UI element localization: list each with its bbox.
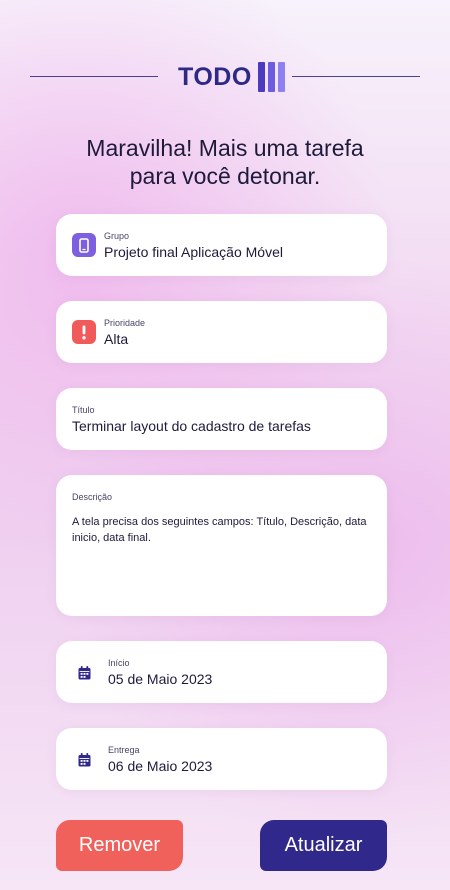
logo-bars-icon xyxy=(257,62,285,92)
header-divider-left xyxy=(30,76,158,77)
update-button[interactable]: Atualizar xyxy=(260,820,387,871)
start-date-field[interactable]: Início 05 de Maio 2023 xyxy=(56,641,387,703)
group-label: Grupo xyxy=(104,231,130,241)
description-value: A tela precisa dos seguintes campos: Tít… xyxy=(72,516,367,544)
priority-value: Alta xyxy=(104,331,129,347)
app-logo: TODO xyxy=(178,62,285,92)
due-date-field[interactable]: Entrega 06 de Maio 2023 xyxy=(56,728,387,790)
logo-text: TODO xyxy=(178,62,252,91)
heading-line-1: Maravilha! Mais uma tarefa xyxy=(86,135,364,161)
page-heading: Maravilha! Mais uma tarefa para você det… xyxy=(30,134,420,190)
header-divider-right xyxy=(292,76,420,77)
start-date-value: 05 de Maio 2023 xyxy=(108,671,213,687)
calendar-icon xyxy=(78,666,91,680)
due-date-value: 06 de Maio 2023 xyxy=(108,758,213,774)
title-field[interactable]: Título Terminar layout do cadastro de ta… xyxy=(56,388,387,450)
start-date-label: Início xyxy=(108,658,130,668)
due-date-label: Entrega xyxy=(108,745,140,755)
app-header: TODO xyxy=(0,56,450,100)
title-value: Terminar layout do cadastro de tarefas xyxy=(72,418,311,434)
description-field[interactable]: Descrição A tela precisa dos seguintes c… xyxy=(56,475,387,616)
title-label: Título xyxy=(72,405,95,415)
calendar-icon xyxy=(78,753,91,767)
exclamation-icon xyxy=(72,320,96,344)
priority-field[interactable]: Prioridade Alta xyxy=(56,301,387,363)
group-value: Projeto final Aplicação Móvel xyxy=(104,244,283,260)
group-field[interactable]: Grupo Projeto final Aplicação Móvel xyxy=(56,214,387,276)
smartphone-icon xyxy=(72,233,96,257)
heading-line-2: para você detonar. xyxy=(129,163,321,189)
priority-label: Prioridade xyxy=(104,318,146,328)
description-label: Descrição xyxy=(72,492,113,502)
remove-button[interactable]: Remover xyxy=(56,820,183,871)
